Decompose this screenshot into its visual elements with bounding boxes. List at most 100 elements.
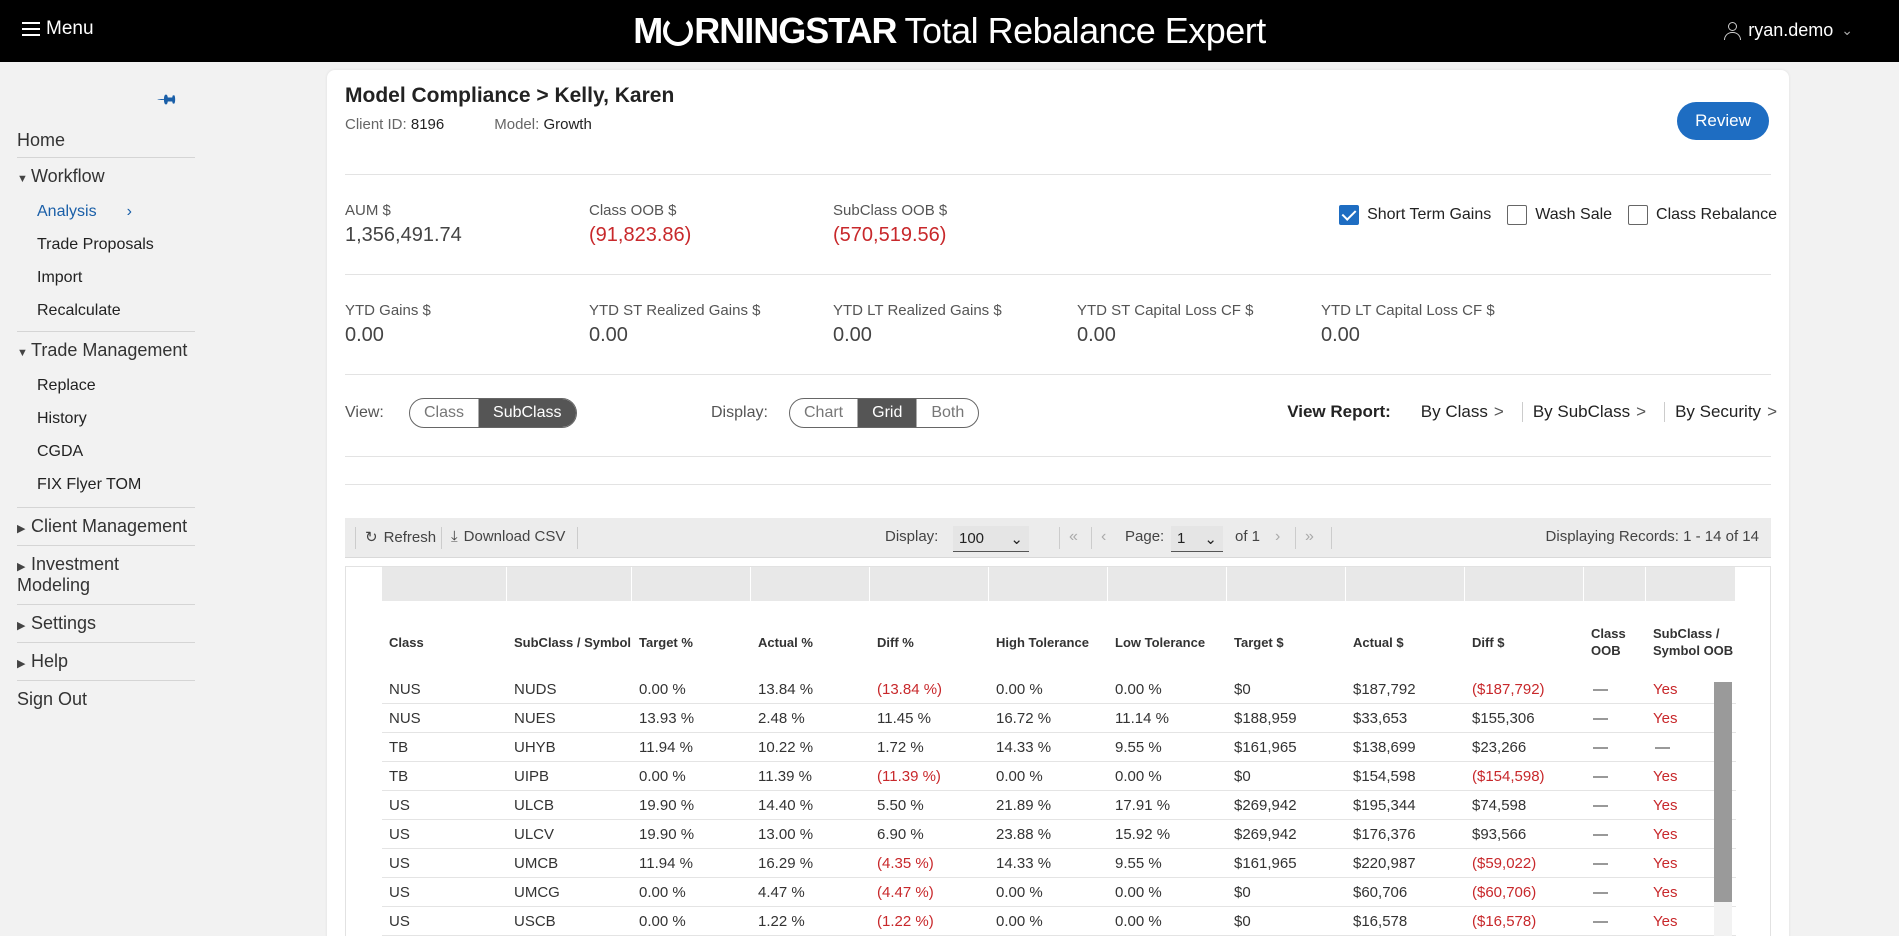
column-header[interactable]: Target %	[632, 634, 751, 651]
display-option-both[interactable]: Both	[917, 399, 978, 427]
page-select[interactable]: 1 ⌄	[1171, 526, 1223, 552]
display-toggle: Chart Grid Both	[789, 398, 980, 428]
page-label: Page:	[1125, 528, 1165, 545]
column-filter-cell[interactable]	[1227, 567, 1346, 601]
sidebar-group-help[interactable]: ▶ Help	[17, 643, 195, 681]
table-row[interactable]: NUS NUDS 0.00 % 13.84 % (13.84 %) 0.00 % 0.00 …	[382, 675, 1736, 704]
table-cell: ($154,598)	[1472, 767, 1545, 785]
report-by-subclass-link[interactable]: By SubClass >	[1533, 402, 1646, 422]
review-button[interactable]: Review	[1677, 102, 1769, 140]
column-filter-cell[interactable]	[989, 567, 1108, 601]
table-cell: —	[1593, 912, 1608, 930]
divider	[345, 456, 1771, 457]
view-option-class[interactable]: Class	[410, 399, 480, 427]
last-page-icon[interactable]: »	[1305, 528, 1314, 546]
table-row[interactable]: NUS NUES 13.93 % 2.48 % 11.45 % 16.72 % 11.14 …	[382, 704, 1736, 733]
chevron-down-icon: ⌄	[1841, 22, 1853, 38]
table-cell: US	[389, 796, 410, 814]
sidebar-item-cgda[interactable]: CGDA	[17, 435, 195, 468]
page-size-select[interactable]: 100 ⌄	[953, 526, 1029, 552]
display-option-chart[interactable]: Chart	[790, 399, 859, 427]
user-menu[interactable]: ryan.demo ⌄	[1724, 20, 1853, 41]
column-header[interactable]: Actual %	[751, 634, 870, 651]
display-option-grid[interactable]: Grid	[858, 399, 918, 427]
table-row[interactable]: US ULCV 19.90 % 13.00 % 6.90 % 23.88 % 15.92 %…	[382, 820, 1736, 849]
sidebar-group-client-management[interactable]: ▶ Client Management	[17, 508, 195, 546]
sidebar-item-import[interactable]: Import	[17, 261, 195, 294]
column-header[interactable]: Diff $	[1465, 634, 1584, 651]
table-cell: (1.22 %)	[877, 912, 934, 930]
column-filter-cell[interactable]	[1108, 567, 1227, 601]
column-header[interactable]: Low Tolerance	[1108, 634, 1227, 651]
checkbox-icon	[1507, 205, 1528, 225]
sidebar-group-investment-modeling[interactable]: ▶ Investment Modeling	[17, 546, 195, 605]
table-row[interactable]: US UMCB 11.94 % 16.29 % (4.35 %) 14.33 % 9.55 …	[382, 849, 1736, 878]
column-filter-cell[interactable]	[870, 567, 989, 601]
view-option-subclass[interactable]: SubClass	[479, 399, 576, 427]
column-filter-cell[interactable]	[507, 567, 632, 601]
table-cell: 0.00 %	[639, 912, 686, 930]
first-page-icon[interactable]: «	[1069, 528, 1078, 546]
column-header[interactable]: High Tolerance	[989, 634, 1108, 651]
sidebar-group-workflow[interactable]: ▼ Workflow	[17, 158, 195, 195]
table-cell: NUS	[389, 680, 421, 698]
main-card: Model Compliance > Kelly, Karen Client I…	[327, 70, 1789, 936]
column-filter-cell[interactable]	[1584, 567, 1646, 601]
column-header[interactable]: SubClass / Symbol	[507, 634, 632, 651]
report-by-class-link[interactable]: By Class >	[1421, 402, 1504, 422]
download-csv-button[interactable]: ⤓ Download CSV	[451, 528, 565, 545]
wash-sale-checkbox[interactable]: Wash Sale	[1507, 205, 1612, 225]
sidebar-item-trade-proposals[interactable]: Trade Proposals	[17, 228, 195, 261]
report-by-security-link[interactable]: By Security >	[1675, 402, 1777, 422]
table-cell: 16.72 %	[996, 709, 1052, 727]
chevron-right-icon: ›	[126, 203, 132, 220]
sidebar-group-settings[interactable]: ▶ Settings	[17, 605, 195, 643]
sidebar-item-analysis[interactable]: Analysis ›	[17, 195, 195, 228]
table-cell: ULCB	[514, 796, 555, 814]
column-filter-cell[interactable]	[1646, 567, 1736, 601]
sidebar-item-fix-flyer-tom[interactable]: FIX Flyer TOM	[17, 468, 195, 508]
column-header[interactable]: SubClass / Symbol OOB	[1646, 625, 1736, 659]
scrollbar-thumb[interactable]	[1714, 682, 1732, 902]
column-filter-cell[interactable]	[632, 567, 751, 601]
filter-row	[382, 567, 1736, 601]
column-header[interactable]: Target $	[1227, 634, 1346, 651]
app-brand: M RNINGSTAR Total Rebalance Expert	[0, 10, 1899, 52]
sidebar-item-history[interactable]: History	[17, 402, 195, 435]
table-row[interactable]: US USCB 0.00 % 1.22 % (1.22 %) 0.00 % 0.00 % $0…	[382, 907, 1736, 936]
next-page-icon[interactable]: ›	[1275, 528, 1280, 546]
sidebar-group-trade-management[interactable]: ▼ Trade Management	[17, 332, 195, 369]
table-cell: 6.90 %	[877, 825, 924, 843]
table-row[interactable]: TB UHYB 11.94 % 10.22 % 1.72 % 14.33 % 9.55 % $…	[382, 733, 1736, 762]
sidebar-item-recalculate[interactable]: Recalculate	[17, 294, 195, 332]
class-rebalance-checkbox[interactable]: Class Rebalance	[1628, 205, 1777, 225]
table-cell: $155,306	[1472, 709, 1535, 727]
column-header[interactable]: Actual $	[1346, 634, 1465, 651]
column-filter-cell[interactable]	[1465, 567, 1584, 601]
table-row[interactable]: TB UIPB 0.00 % 11.39 % (11.39 %) 0.00 % 0.00 %…	[382, 762, 1736, 791]
table-cell: —	[1593, 854, 1608, 872]
column-filter-cell[interactable]	[751, 567, 870, 601]
column-filter-cell[interactable]	[1346, 567, 1465, 601]
sidebar-item-replace[interactable]: Replace	[17, 369, 195, 402]
refresh-button[interactable]: ↻ Refresh	[365, 528, 436, 547]
column-header[interactable]: Class	[382, 634, 507, 651]
model-name: Growth	[543, 116, 592, 133]
client-id: 8196	[410, 116, 445, 133]
prev-page-icon[interactable]: ‹	[1101, 528, 1106, 546]
column-filter-cell[interactable]	[382, 567, 507, 601]
table-cell: 0.00 %	[1115, 680, 1162, 698]
table-cell: 13.00 %	[758, 825, 814, 843]
table-cell: 11.94 %	[639, 738, 693, 756]
sidebar-item-sign-out[interactable]: Sign Out	[17, 681, 195, 716]
column-header[interactable]: Diff %	[870, 634, 989, 651]
short-term-gains-checkbox[interactable]: Short Term Gains	[1339, 205, 1491, 225]
pin-icon[interactable]: 🖈	[150, 85, 183, 118]
table-row[interactable]: US UMCG 0.00 % 4.47 % (4.47 %) 0.00 % 0.00 % $0…	[382, 878, 1736, 907]
table-cell: 0.00 %	[639, 680, 686, 698]
column-header[interactable]: Class OOB	[1584, 625, 1646, 659]
table-cell: $0	[1234, 680, 1251, 698]
table-row[interactable]: US ULCB 19.90 % 14.40 % 5.50 % 21.89 % 17.91 %…	[382, 791, 1736, 820]
sidebar-item-home[interactable]: Home	[17, 124, 195, 158]
table-cell: $0	[1234, 883, 1251, 901]
